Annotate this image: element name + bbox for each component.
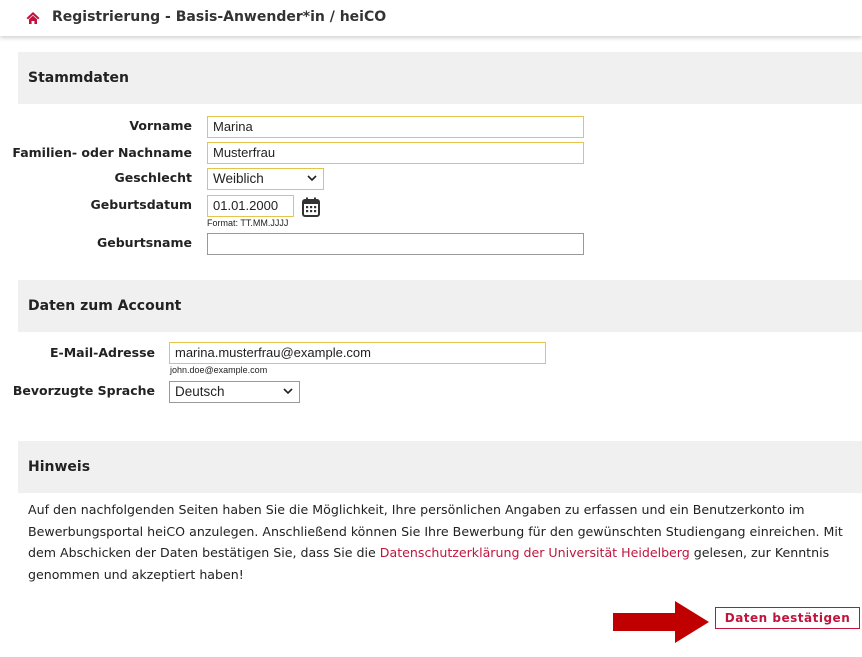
email-example-hint: john.doe@example.com: [170, 365, 268, 375]
calendar-icon[interactable]: [302, 197, 320, 217]
home-icon[interactable]: [26, 11, 40, 25]
geburtsname-label: Geburtsname: [96, 235, 192, 250]
arrow-right-icon: [613, 601, 709, 643]
sprache-label: Bevorzugte Sprache: [12, 383, 155, 398]
section-title-stammdaten: Stammdaten: [28, 70, 130, 86]
sprache-selected-value: Deutsch: [175, 384, 225, 399]
section-header-hinweis: Hinweis: [18, 441, 862, 493]
submit-button[interactable]: Daten bestätigen: [715, 607, 860, 629]
email-input[interactable]: marina.musterfrau@example.com: [169, 342, 546, 364]
geburtsdatum-input[interactable]: 01.01.2000: [207, 195, 294, 217]
geschlecht-label: Geschlecht: [114, 170, 192, 185]
section-title-account: Daten zum Account: [28, 298, 182, 314]
section-header-account: Daten zum Account: [18, 280, 862, 332]
geburtsname-input[interactable]: [207, 233, 584, 255]
nachname-input[interactable]: Musterfrau: [207, 142, 584, 164]
section-header-stammdaten: Stammdaten: [18, 52, 862, 104]
section-title-hinweis: Hinweis: [28, 459, 91, 475]
email-label: E-Mail-Adresse: [50, 345, 155, 360]
nachname-label: Familien- oder Nachname: [12, 145, 192, 160]
geschlecht-selected-value: Weiblich: [213, 171, 264, 186]
vorname-label: Vorname: [129, 118, 192, 133]
chevron-down-icon: [283, 388, 293, 395]
page-title: Registrierung - Basis-Anwender*in / heiC…: [52, 9, 387, 25]
geburtsdatum-label: Geburtsdatum: [90, 197, 192, 212]
geschlecht-select[interactable]: Weiblich: [207, 168, 324, 190]
chevron-down-icon: [307, 175, 317, 182]
geburtsdatum-format-hint: Format: TT.MM.JJJJ: [207, 218, 289, 228]
sprache-select[interactable]: Deutsch: [169, 381, 300, 403]
top-bar: Registrierung - Basis-Anwender*in / heiC…: [0, 0, 862, 36]
privacy-policy-link[interactable]: Datenschutzerklärung der Universität Hei…: [380, 545, 690, 560]
hinweis-text: Auf den nachfolgenden Seiten haben Sie d…: [28, 499, 862, 585]
vorname-input[interactable]: Marina: [207, 116, 584, 138]
